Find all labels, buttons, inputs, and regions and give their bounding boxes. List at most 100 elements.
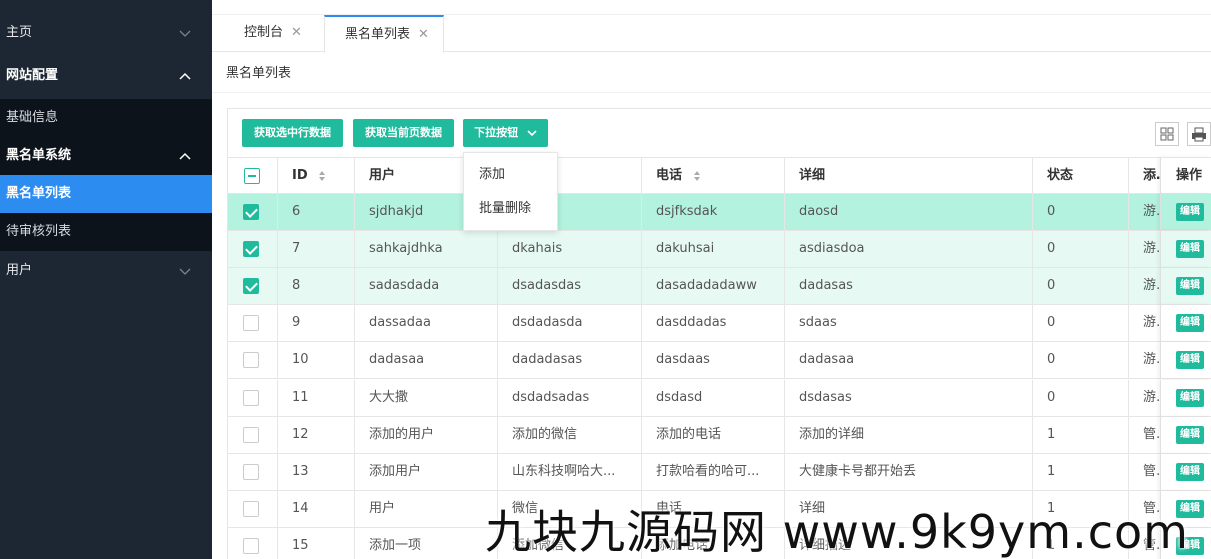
cell-phone: 打款哈看的哈可... bbox=[641, 454, 784, 491]
cell-phone: dakuhsai bbox=[641, 231, 784, 268]
cell-status: 1 bbox=[1032, 417, 1128, 454]
row-select-cell bbox=[228, 491, 277, 528]
get-page-button[interactable]: 获取当前页数据 bbox=[353, 119, 454, 147]
tab-console[interactable]: 控制台 ✕ bbox=[224, 15, 316, 53]
row-checkbox[interactable] bbox=[243, 464, 259, 480]
sidebar-item-site-config[interactable]: 网站配置 bbox=[0, 66, 212, 86]
row-checkbox[interactable] bbox=[243, 390, 259, 406]
row-checkbox[interactable] bbox=[243, 538, 259, 554]
edit-button[interactable]: 编辑 bbox=[1176, 277, 1204, 295]
edit-button[interactable]: 编辑 bbox=[1176, 351, 1204, 369]
row-select-cell bbox=[228, 231, 277, 268]
table-header: ID 用户 微信 电话 详细 状态 添加 bbox=[228, 157, 1211, 195]
cell-detail: sdaas bbox=[784, 305, 1032, 342]
cell-user: dassadaa bbox=[354, 305, 497, 342]
cell-user: 用户 bbox=[354, 491, 497, 528]
row-actions: 编辑 bbox=[1160, 417, 1211, 454]
row-select-cell bbox=[228, 417, 277, 454]
row-actions: 编辑 bbox=[1160, 194, 1211, 231]
header-label: 电话 bbox=[656, 168, 683, 183]
cell-wechat: dsadasdas bbox=[497, 268, 641, 305]
cell-id: 12 bbox=[277, 417, 354, 454]
cell-status: 0 bbox=[1032, 231, 1128, 268]
dropdown-button-label: 下拉按钮 bbox=[474, 126, 519, 139]
sort-icon[interactable] bbox=[318, 170, 326, 182]
dropdown-button[interactable]: 下拉按钮 bbox=[463, 119, 548, 147]
row-checkbox[interactable] bbox=[243, 204, 259, 220]
cell-status: 0 bbox=[1032, 305, 1128, 342]
close-icon[interactable]: ✕ bbox=[418, 27, 429, 42]
cell-user: 添加用户 bbox=[354, 454, 497, 491]
table-row[interactable]: 12 添加的用户 添加的微信 添加的电话 添加的详细 1 管理 bbox=[228, 417, 1211, 454]
header-phone[interactable]: 电话 bbox=[641, 158, 784, 195]
row-select-cell bbox=[228, 342, 277, 379]
menu-item-batch-delete[interactable]: 批量删除 bbox=[464, 192, 557, 226]
print-icon[interactable] bbox=[1187, 122, 1211, 146]
sidebar-item-label: 黑名单列表 bbox=[6, 186, 72, 201]
cell-phone: dsdasd bbox=[641, 380, 784, 417]
chevron-down-icon bbox=[179, 30, 191, 37]
row-checkbox[interactable] bbox=[243, 501, 259, 517]
tab-blacklist[interactable]: 黑名单列表 ✕ bbox=[324, 15, 444, 53]
table-row[interactable]: 9 dassadaa dsdadasda dasddadas sdaas 0 游客 bbox=[228, 305, 1211, 342]
cell-status: 0 bbox=[1032, 194, 1128, 231]
cell-wechat: 山东科技啊哈大... bbox=[497, 454, 641, 491]
cell-id: 13 bbox=[277, 454, 354, 491]
cell-phone: dasddadas bbox=[641, 305, 784, 342]
row-select-cell bbox=[228, 305, 277, 342]
cell-wechat: dadadasas bbox=[497, 342, 641, 379]
cell-id: 10 bbox=[277, 342, 354, 379]
row-actions: 编辑 bbox=[1160, 305, 1211, 342]
cell-detail: daosd bbox=[784, 194, 1032, 231]
sort-icon[interactable] bbox=[693, 170, 701, 182]
table-row[interactable]: 10 dadasaa dadadasas dasdaas dadasaa 0 游客 bbox=[228, 342, 1211, 379]
sidebar-item-blacklist-list[interactable]: 黑名单列表 bbox=[0, 175, 212, 213]
sidebar-item-users[interactable]: 用户 bbox=[0, 251, 212, 291]
table-row[interactable]: 8 sadasdada dsadasdas dasadadadaww dadasas 0 游… bbox=[228, 268, 1211, 305]
row-checkbox[interactable] bbox=[243, 315, 259, 331]
sidebar-item-label: 网站配置 bbox=[6, 68, 59, 83]
get-selected-button[interactable]: 获取选中行数据 bbox=[242, 119, 343, 147]
table-row[interactable]: 11 大大撒 dsdadsadas dsdasd dsdasas 0 游客 bbox=[228, 380, 1211, 417]
cell-user: 大大撒 bbox=[354, 380, 497, 417]
sidebar-item-pending-review[interactable]: 待审核列表 bbox=[0, 213, 212, 251]
menu-item-add[interactable]: 添加 bbox=[464, 158, 557, 192]
select-all-checkbox[interactable] bbox=[244, 168, 260, 184]
cell-user: sahkajdhka bbox=[354, 231, 497, 268]
table-row[interactable]: 6 sjdhakjd dsjfksdak daosd 0 游客 bbox=[228, 194, 1211, 231]
edit-button[interactable]: 编辑 bbox=[1176, 203, 1204, 221]
header-actions: 操作 bbox=[1160, 157, 1211, 194]
edit-button[interactable]: 编辑 bbox=[1176, 463, 1204, 481]
header-id[interactable]: ID bbox=[277, 158, 354, 195]
cell-id: 14 bbox=[277, 491, 354, 528]
edit-button[interactable]: 编辑 bbox=[1176, 426, 1204, 444]
sidebar-item-basic-info[interactable]: 基础信息 bbox=[0, 99, 212, 137]
sidebar-item-label: 黑名单系统 bbox=[6, 148, 72, 163]
cell-id: 15 bbox=[277, 528, 354, 559]
row-checkbox[interactable] bbox=[243, 352, 259, 368]
cell-user: sadasdada bbox=[354, 268, 497, 305]
sidebar-item-home[interactable]: 主页 bbox=[0, 0, 212, 66]
table-row[interactable]: 13 添加用户 山东科技啊哈大... 打款哈看的哈可... 大健康卡号都开始丢 1 管理 bbox=[228, 454, 1211, 491]
row-checkbox[interactable] bbox=[243, 278, 259, 294]
row-checkbox[interactable] bbox=[243, 427, 259, 443]
cell-wechat: dkahais bbox=[497, 231, 641, 268]
breadcrumb: 黑名单列表 bbox=[226, 66, 292, 81]
edit-button[interactable]: 编辑 bbox=[1176, 389, 1204, 407]
row-actions: 编辑 bbox=[1160, 380, 1211, 417]
columns-icon[interactable] bbox=[1155, 122, 1179, 146]
table-row[interactable]: 7 sahkajdhka dkahais dakuhsai asdiasdoa 0 游客 bbox=[228, 231, 1211, 268]
edit-button[interactable]: 编辑 bbox=[1176, 314, 1204, 332]
close-icon[interactable]: ✕ bbox=[291, 25, 302, 40]
tab-bar: 控制台 ✕ 黑名单列表 ✕ bbox=[212, 14, 1211, 53]
row-checkbox[interactable] bbox=[243, 241, 259, 257]
sidebar-item-blacklist-system[interactable]: 黑名单系统 bbox=[0, 137, 212, 175]
tab-label: 控制台 bbox=[244, 25, 284, 40]
tab-label: 黑名单列表 bbox=[345, 27, 411, 42]
row-select-cell bbox=[228, 194, 277, 231]
header-detail: 详细 bbox=[784, 158, 1032, 195]
edit-button[interactable]: 编辑 bbox=[1176, 240, 1204, 258]
row-select-cell bbox=[228, 528, 277, 559]
cell-detail: asdiasdoa bbox=[784, 231, 1032, 268]
cell-detail: dadasas bbox=[784, 268, 1032, 305]
